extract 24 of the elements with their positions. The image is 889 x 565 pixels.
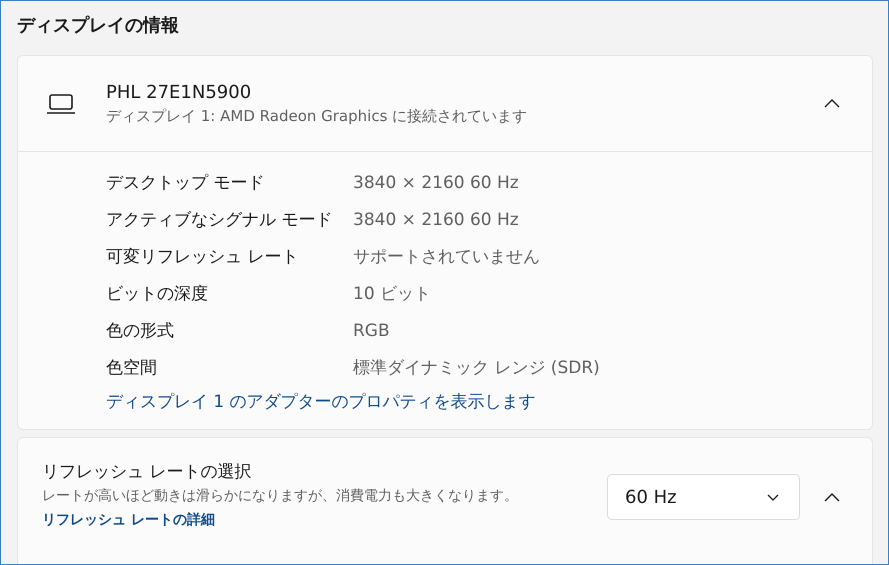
property-label: 色空間 [106,356,158,380]
display-name: PHL 27E1N5900 [106,80,252,104]
property-value: 3840 × 2160 60 Hz [353,208,519,232]
laptop-icon [46,92,76,114]
property-label: ビットの深度 [106,282,209,306]
property-label: 色の形式 [106,320,175,343]
property-value: 10 ビット [353,282,432,306]
property-value: RGB [353,320,390,343]
chevron-up-icon [824,99,840,108]
property-label: アクティブなシグナル モード [106,208,334,232]
property-value: サポートされていません [353,246,540,269]
property-value: 標準ダイナミック レンジ (SDR) [353,356,600,380]
details-link[interactable]: リフレッシュ レートの詳細 [42,512,215,528]
caret-icon [767,494,780,500]
setting-description: レートが高いほど動きは滑らかになりますが、消費電力も大きくなります。 [42,488,518,504]
refresh-rate-dropdown[interactable]: 60 Hz [607,474,800,520]
property-value: 3840 × 2160 60 Hz [353,172,519,195]
chevron-up-icon [824,492,840,502]
setting-title: リフレッシュ レートの選択 [42,461,252,484]
adapter-properties-link[interactable]: ディスプレイ 1 のアダプターのプロパティを表示します [106,389,872,415]
display-subtitle: ディスプレイ 1: AMD Radeon Graphics に接続されています [106,106,528,126]
property-label: デスクトップ モード [106,172,266,195]
property-label: 可変リフレッシュ レート [106,246,300,269]
section-title: ディスプレイの情報 [17,14,180,38]
